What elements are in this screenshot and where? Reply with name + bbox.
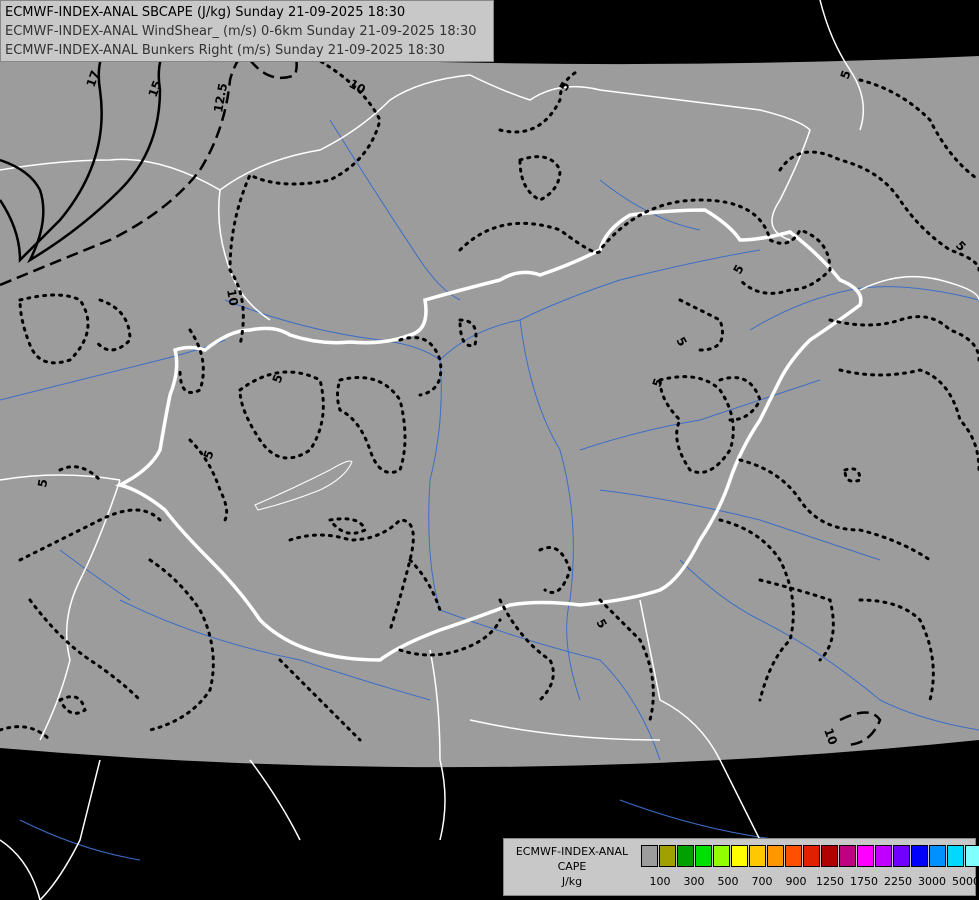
legend-model: ECMWF-INDEX-ANAL [515,845,629,858]
header-line-windshear: ECMWF-INDEX-ANAL WindShear_ (m/s) 0-6km … [5,24,477,39]
legend-swatch [749,845,766,867]
legend-swatch [857,845,874,867]
data-region [0,40,979,768]
legend-swatch [803,845,820,867]
legend-swatch [821,845,838,867]
weather-map: 17 15 12.5 10 10 5 5 5 5 5 5 5 5 5 5 10 [0,0,979,900]
legend-swatch [659,845,676,867]
legend-tick-label: 1750 [850,875,878,888]
legend-swatch [947,845,964,867]
legend-swatch [965,845,979,867]
map-header: ECMWF-INDEX-ANAL SBCAPE (J/kg) Sunday 21… [0,0,494,62]
legend-swatch [731,845,748,867]
legend-tick-label: 1250 [816,875,844,888]
legend-tick-label: 900 [785,875,807,888]
legend-swatch [677,845,694,867]
legend-tick-label: 500 [717,875,739,888]
header-line-bunkers: ECMWF-INDEX-ANAL Bunkers Right (m/s) Sun… [5,43,445,58]
legend-tick-label: 5000 [952,875,979,888]
label-br-10b: 10 [224,288,241,307]
legend-swatch [713,845,730,867]
legend-tick-label: 300 [683,875,705,888]
legend-variable: CAPE [557,860,587,873]
legend-tick-label: 700 [751,875,773,888]
header-line-sbcape: ECMWF-INDEX-ANAL SBCAPE (J/kg) Sunday 21… [5,5,406,20]
legend-swatch [641,845,658,867]
legend-swatch [875,845,892,867]
cape-legend: ECMWF-INDEX-ANAL CAPE J/kg 100 300 500 700 9… [503,838,979,896]
legend-swatch [785,845,802,867]
legend-tick-label: 3000 [918,875,946,888]
legend-swatch [695,845,712,867]
legend-title: ECMWF-INDEX-ANAL CAPE J/kg [506,844,638,889]
legend-tick-label: 2250 [884,875,912,888]
legend-ticks: 100 300 500 700 900 1250 1750 2250 3000 5000 [641,875,979,889]
legend-swatches [641,845,979,867]
legend-swatch [839,845,856,867]
legend-swatch [929,845,946,867]
legend-tick-label: 100 [649,875,671,888]
legend-unit: J/kg [561,875,583,888]
legend-swatch [767,845,784,867]
legend-swatch [911,845,928,867]
legend-swatch [893,845,910,867]
